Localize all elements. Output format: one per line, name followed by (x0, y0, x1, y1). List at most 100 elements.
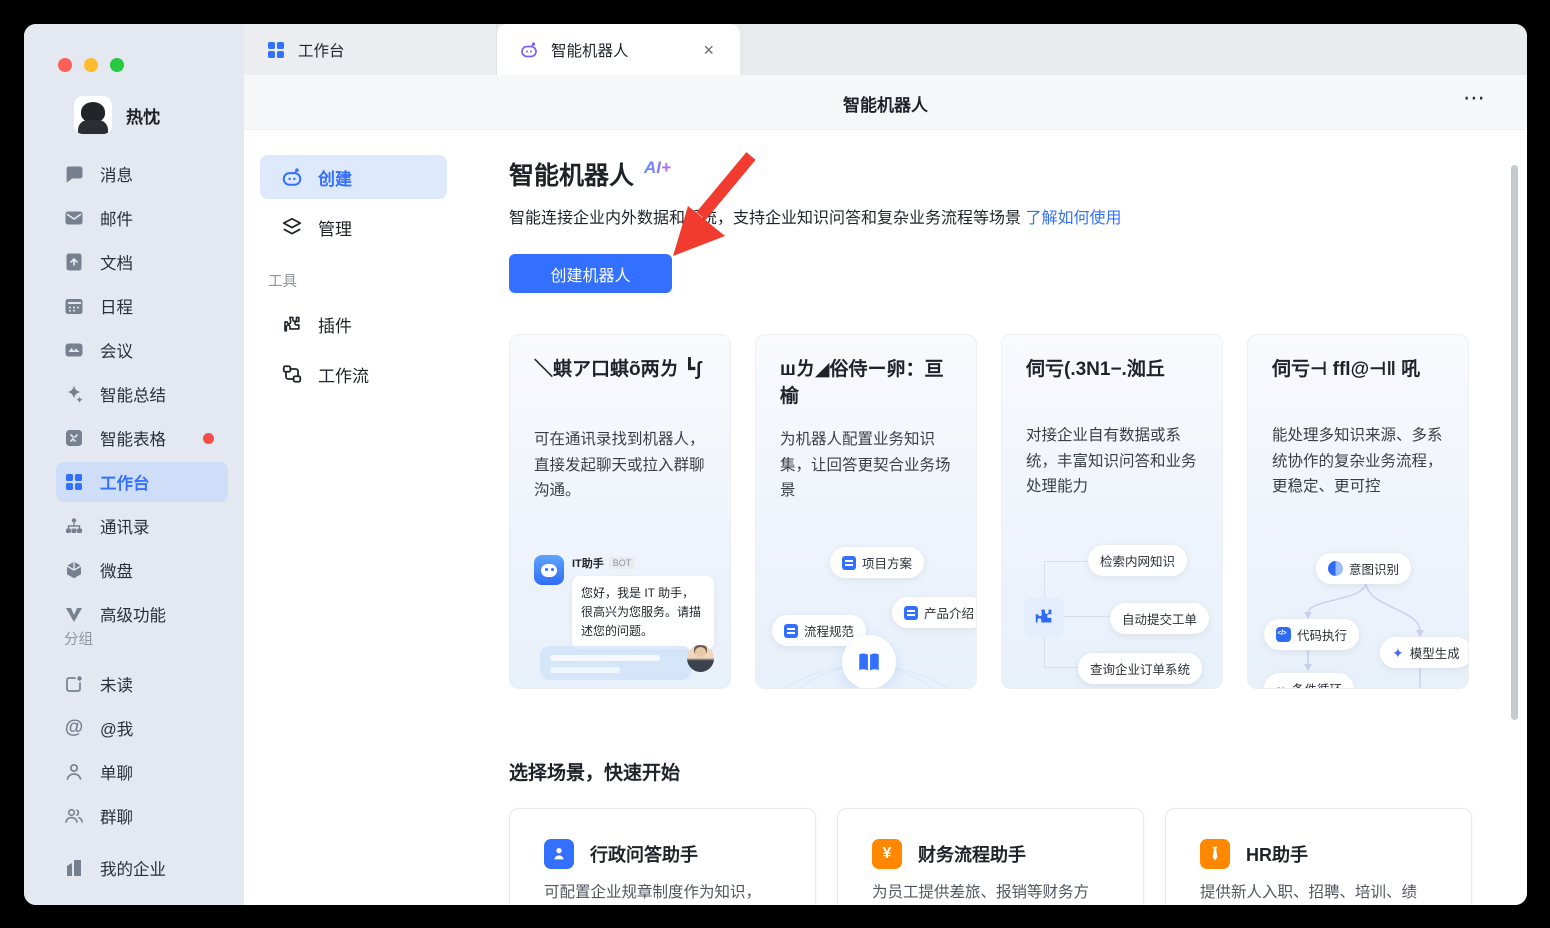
workspace-grid-icon (266, 40, 286, 60)
chat-bubble-icon (64, 164, 84, 184)
sidebar-item-smart-sheet[interactable]: 智能表格 (56, 418, 228, 458)
sidebar-item-docs[interactable]: 文档 (56, 242, 228, 282)
tab-bot[interactable]: 智能机器人 × (497, 24, 740, 75)
book-icon (856, 649, 882, 675)
contacts-icon (64, 516, 84, 536)
user-profile[interactable]: 热忱 (74, 96, 160, 134)
sidebar-item-messages[interactable]: 消息 (56, 154, 228, 194)
sparkle-icon (64, 384, 84, 404)
bot-name: IT助手 (572, 555, 604, 571)
close-tab-icon[interactable]: × (699, 39, 718, 61)
infinity-icon: ∞ (1276, 682, 1286, 690)
table-icon (64, 428, 84, 448)
node-label: 模型生成 (1410, 643, 1460, 662)
tag-label: 项目方案 (862, 553, 912, 572)
sidebar-item-label: 工作台 (100, 470, 150, 494)
panel-section-tools: 工具 (268, 270, 297, 291)
panel-item-plugin[interactable]: 插件 (260, 302, 447, 346)
company-icon (64, 858, 84, 878)
sidebar-item-smart-summary[interactable]: 智能总结 (56, 374, 228, 414)
flow-node-loop: ∞ 条件循环 (1264, 673, 1354, 689)
knowledge-tag: 项目方案 (830, 547, 924, 578)
maximize-window-button[interactable] (110, 58, 124, 72)
robot-icon (519, 40, 539, 60)
sidebar-item-at-me[interactable]: @ @我 (56, 708, 228, 748)
close-window-button[interactable] (58, 58, 72, 72)
advanced-icon (64, 604, 84, 624)
page-body: 创建 管理 工具 插件 工作流 智能机器人 AI+ 智能连接企业内外数据和系统，… (244, 130, 1527, 905)
sidebar-item-label: 文档 (100, 250, 133, 274)
sidebar-item-calendar[interactable]: 日程 (56, 286, 228, 326)
tag-label: 流程规范 (804, 621, 854, 640)
panel-item-label: 插件 (318, 312, 352, 337)
doc-icon (842, 556, 856, 570)
sidebar-item-unread[interactable]: 未读 (56, 664, 228, 704)
tag-label: 产品介绍 (924, 603, 974, 622)
vertical-scrollbar[interactable] (1511, 165, 1518, 720)
mail-icon (64, 208, 84, 228)
scenario-heading: 选择场景，快速开始 (509, 758, 680, 785)
panel-item-label: 创建 (318, 165, 352, 190)
sidebar-item-label: 日程 (100, 294, 133, 318)
sidebar-item-contacts[interactable]: 通讯录 (56, 506, 228, 546)
at-icon: @ (64, 717, 84, 739)
sidebar-item-label: 智能表格 (100, 426, 166, 450)
card-body: 可在通讯录找到机器人，直接发起聊天或拉入群聊沟通。 (534, 427, 710, 504)
create-bot-button[interactable]: 创建机器人 (509, 254, 672, 293)
knowledge-tag: 产品介绍 (892, 597, 977, 628)
capability-tag: 查询企业订单系统 (1078, 653, 1202, 684)
message-skeleton (540, 646, 692, 680)
minimize-window-button[interactable] (84, 58, 98, 72)
tab-bar: 工作台 智能机器人 × (244, 24, 1527, 75)
node-label: 代码执行 (1297, 625, 1347, 644)
tab-workspace[interactable]: 工作台 (244, 24, 497, 75)
feature-card-integration[interactable]: 伺亏(.3N1−.洳丘 对接企业自有数据或系统，丰富知识问答和业务处理能力 检索… (1001, 334, 1223, 689)
user-name: 热忱 (126, 103, 160, 128)
scenario-card-hr[interactable]: HR助手 提供新人入职、招聘、培训、绩 (1165, 808, 1472, 905)
admin-assistant-icon (544, 839, 574, 869)
sidebar-item-label: 消息 (100, 162, 133, 186)
sidebar-item-my-company[interactable]: 我的企业 (56, 848, 228, 888)
more-options-icon[interactable]: ⋯ (1463, 85, 1487, 111)
puzzle-icon (281, 313, 303, 335)
panel-item-create[interactable]: 创建 (260, 155, 447, 199)
panel-item-workflow[interactable]: 工作流 (260, 352, 447, 396)
scenario-card-admin[interactable]: 行政问答助手 可配置企业规章制度作为知识， (509, 808, 816, 905)
tab-label: 工作台 (298, 39, 345, 61)
bot-chat-preview: IT助手 BOT 您好，我是 IT 助手，很高兴为您服务。请描述您的问题。 (534, 555, 714, 650)
tab-label: 智能机器人 (551, 39, 629, 61)
scenario-card-finance[interactable]: ¥ 财务流程助手 为员工提供差旅、报销等财务方 (837, 808, 1144, 905)
card-title: 伺亏(.3N1−.洳丘 (1026, 357, 1202, 384)
sidebar-item-label: 智能总结 (100, 382, 166, 406)
feature-card-knowledge[interactable]: шㄌ◢俗侍ー卵：亘榆 为机器人配置业务知识集，让回答更契合业务场景 项目方案 产… (755, 334, 977, 689)
tag-label: 自动提交工单 (1122, 609, 1197, 628)
sparkle-icon: ✦ (1392, 646, 1404, 660)
puzzle-icon (1033, 606, 1055, 628)
scenario-body: 可配置企业规章制度作为知识， (544, 881, 794, 905)
card-title: шㄌ◢俗侍ー卵：亘榆 (780, 357, 956, 410)
page-title: 智能机器人 (244, 91, 1527, 116)
panel-item-manage[interactable]: 管理 (260, 205, 447, 249)
sidebar-item-direct-chat[interactable]: 单聊 (56, 752, 228, 792)
app-sidebar: 热忱 消息 邮件 文档 日程 会议 智能总结 智能表格 (24, 24, 244, 905)
page-header: 智能机器人 ⋯ (244, 75, 1527, 130)
learn-how-link[interactable]: 了解如何使用 (1025, 210, 1121, 227)
sidebar-item-drive[interactable]: 微盘 (56, 550, 228, 590)
node-label: 条件循环 (1292, 679, 1342, 689)
avatar (74, 96, 112, 134)
feature-card-chat[interactable]: ＼蜞ア口蜞õ两ㄌ ┗ʃ 可在通讯录找到机器人，直接发起聊天或拉入群聊沟通。 IT… (509, 334, 731, 689)
content-area: 工作台 智能机器人 × 智能机器人 ⋯ 创建 管理 工具 (244, 24, 1527, 905)
sidebar-item-workspace[interactable]: 工作台 (56, 462, 228, 502)
people-icon (64, 806, 84, 826)
feature-card-workflow[interactable]: 伺亏⊣ ffl@⊣‖ 吼 能处理多知识来源、多系统协作的复杂业务流程，更稳定、更… (1247, 334, 1469, 689)
node-label: 意图识别 (1349, 559, 1399, 578)
sidebar-item-label: 单聊 (100, 760, 133, 784)
scenario-title: 行政问答助手 (590, 841, 698, 867)
sidebar-item-group-chat[interactable]: 群聊 (56, 796, 228, 836)
sidebar-item-meetings[interactable]: 会议 (56, 330, 228, 370)
card-body: 对接企业自有数据或系统，丰富知识问答和业务处理能力 (1026, 423, 1202, 500)
notification-dot (203, 433, 214, 444)
sidebar-section-groups: 分组 (64, 628, 93, 649)
robot-icon (281, 166, 303, 188)
sidebar-item-mail[interactable]: 邮件 (56, 198, 228, 238)
